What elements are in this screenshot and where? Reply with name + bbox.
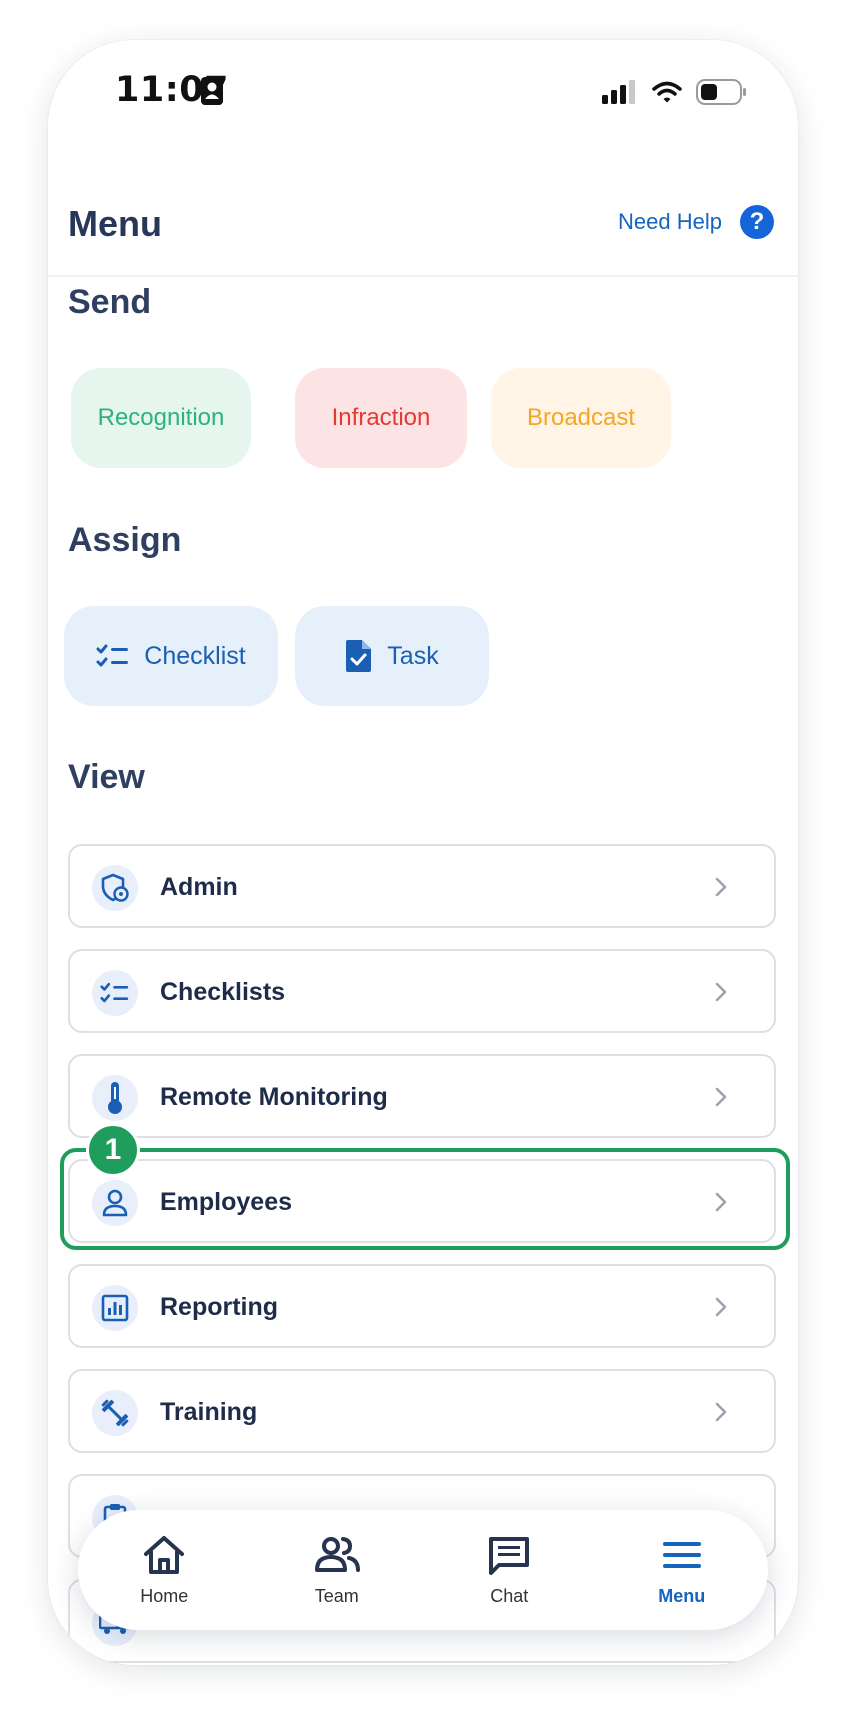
chevron-right-icon (715, 1402, 727, 1422)
tab-chat-label: Chat (490, 1585, 529, 1606)
view-item-training[interactable]: Training (68, 1369, 776, 1453)
tab-home-label: Home (140, 1585, 189, 1606)
recognition-button[interactable]: Recognition (71, 368, 251, 468)
battery-icon (696, 79, 746, 105)
chevron-right-icon (715, 877, 727, 897)
contact-card-icon (201, 77, 223, 105)
send-section-title: Send (68, 283, 152, 321)
assign-checklist-label: Checklist (144, 641, 246, 670)
view-item-checklists[interactable]: Checklists (68, 949, 776, 1033)
employees-highlight-box (60, 1148, 790, 1250)
chevron-right-icon (715, 982, 727, 1002)
infraction-button[interactable]: Infraction (295, 368, 467, 468)
view-item-admin[interactable]: Admin (68, 844, 776, 928)
chevron-right-icon (715, 1297, 727, 1317)
tab-chat[interactable]: Chat (434, 1534, 584, 1607)
bar-chart-icon (92, 1285, 138, 1331)
view-item-label: Reporting (160, 1293, 279, 1321)
broadcast-button[interactable]: Broadcast (491, 368, 671, 468)
task-document-icon (346, 640, 372, 672)
view-section-title: View (68, 758, 145, 796)
broadcast-label: Broadcast (526, 404, 636, 431)
screenshot-canvas: 11:07 Menu Need Help ? Send Recognition … (0, 0, 846, 1720)
status-bar: 11:07 (48, 40, 798, 140)
bottom-tab-bar: Home Team Chat Menu (78, 1510, 768, 1630)
signal-icon (602, 80, 635, 104)
assign-task-label: Task (387, 641, 439, 670)
page-header: Menu Need Help ? (48, 160, 798, 277)
assign-task-button[interactable]: Task (295, 606, 489, 706)
view-item-label: Training (160, 1398, 258, 1426)
step-badge: 1 (86, 1123, 140, 1177)
wifi-icon (652, 81, 682, 103)
need-help-button[interactable]: Need Help ? (618, 205, 774, 239)
chat-icon (489, 1536, 530, 1575)
dumbbell-icon (92, 1390, 138, 1436)
infraction-label: Infraction (331, 404, 431, 431)
team-icon (314, 1536, 360, 1572)
tab-home[interactable]: Home (89, 1534, 239, 1607)
view-item-reporting[interactable]: Reporting (68, 1264, 776, 1348)
tab-menu-label: Menu (658, 1585, 706, 1606)
checklist-icon (96, 644, 129, 667)
tab-team-label: Team (314, 1585, 359, 1606)
assign-section-title: Assign (68, 521, 182, 559)
status-indicators (602, 76, 748, 108)
menu-icon (662, 1541, 701, 1568)
page-title: Menu (68, 203, 162, 244)
shield-gear-icon (92, 865, 138, 911)
thermometer-icon (92, 1075, 138, 1121)
chevron-right-icon (715, 1087, 727, 1107)
tab-menu[interactable]: Menu (607, 1534, 757, 1607)
view-item-label: Remote Monitoring (160, 1083, 388, 1111)
question-icon: ? (740, 205, 774, 239)
phone-frame: 11:07 Menu Need Help ? Send Recognition … (48, 40, 798, 1665)
recognition-label: Recognition (97, 404, 225, 431)
view-item-label: Admin (160, 873, 238, 901)
checklist-icon (92, 970, 138, 1016)
view-item-remote-monitoring[interactable]: Remote Monitoring (68, 1054, 776, 1138)
need-help-label: Need Help (618, 209, 722, 234)
assign-checklist-button[interactable]: Checklist (64, 606, 278, 706)
view-item-label: Checklists (160, 978, 286, 1006)
home-icon (144, 1535, 185, 1574)
tab-team[interactable]: Team (262, 1534, 412, 1607)
